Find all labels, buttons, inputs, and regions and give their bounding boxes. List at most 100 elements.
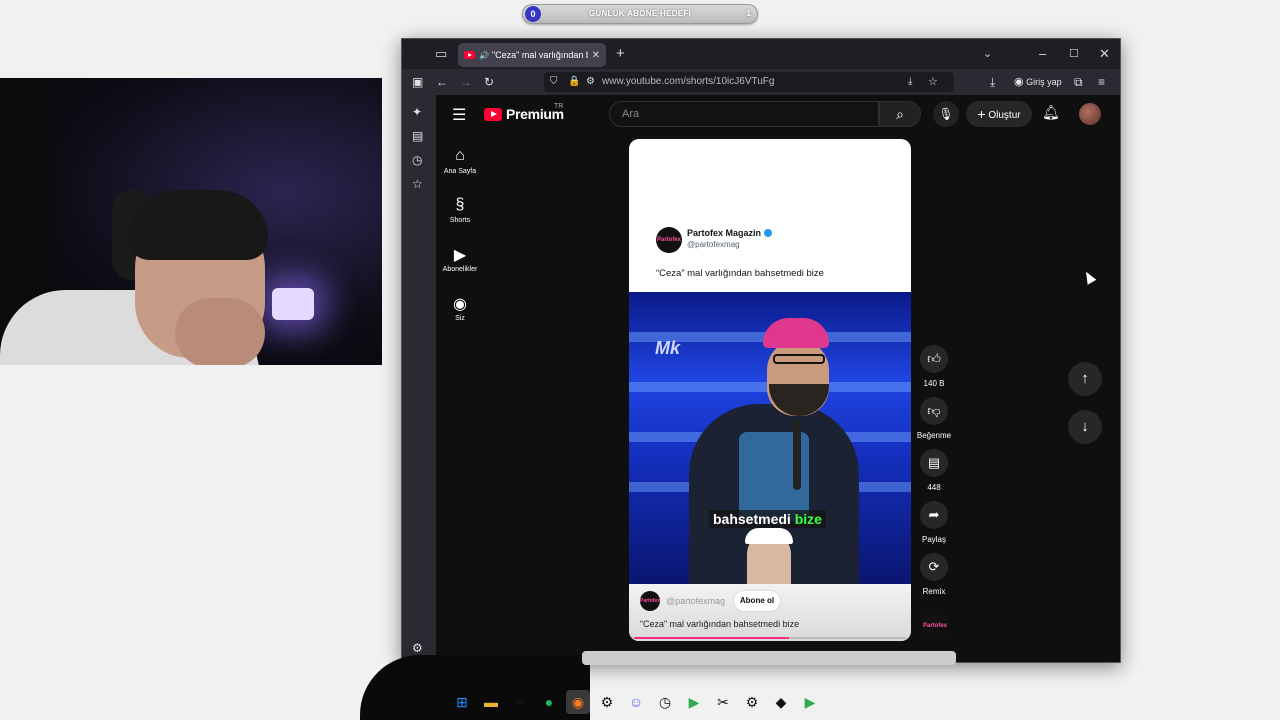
user-avatar[interactable] <box>1079 103 1101 125</box>
plus-icon: + <box>977 106 986 122</box>
taskbar: ⊞ ▬ ◈ ● ◉ ⚙ ☺ ◷ ▶ ✂ ⚙ ◆ ▶ <box>450 690 822 718</box>
nav-shorts-label: Shorts <box>449 217 471 224</box>
file-explorer-icon[interactable]: ▬ <box>479 690 503 714</box>
search-input[interactable]: Ara <box>609 101 879 127</box>
arrow-down-icon: ↓ <box>1081 418 1089 435</box>
browser-tab-active[interactable]: 🔊 "Ceza" mal varlığından bahs ✕ <box>458 43 606 67</box>
extensions-icon[interactable]: ⧉ <box>1074 74 1083 90</box>
capcut-icon[interactable]: ✂ <box>711 690 735 714</box>
short-player[interactable]: Partofex Partofex Magazin @partofexmag “… <box>629 139 911 641</box>
sidebar-toggle-icon[interactable]: ▣ <box>412 74 423 90</box>
back-icon[interactable]: ← <box>436 74 448 90</box>
share-action[interactable]: ➦ Paylaş <box>916 501 952 544</box>
nav-subscriptions[interactable]: ▶︎ Abonelikler <box>436 245 484 273</box>
voice-search-button[interactable]: 🎙 <box>933 101 959 127</box>
video-frame[interactable]: Mk bahsetmedi bize <box>629 292 911 584</box>
close-tab-icon[interactable]: ✕ <box>592 50 600 61</box>
youtube-favicon-icon <box>464 51 475 59</box>
browser-window: ▭ 🔊 "Ceza" mal varlığından bahs ✕ + ⌄ – … <box>401 38 1121 663</box>
share-label: Paylaş <box>921 535 946 544</box>
short-info: Partofex @partofexmag Abone ol “Ceza” ma… <box>629 584 911 641</box>
performer-cap <box>763 318 829 348</box>
subtitle-word: bahsetmedi <box>713 511 791 527</box>
new-tab-icon[interactable]: + <box>616 39 625 69</box>
media-player-icon-2[interactable]: ▶ <box>798 690 822 714</box>
account-icon: ◉ <box>1014 76 1024 88</box>
nav-home[interactable]: ⌂ Ana Sayfa <box>436 147 484 175</box>
webcam-feed <box>0 78 382 365</box>
channel-avatar[interactable]: Partofex <box>640 591 660 611</box>
goal-max-count: 1 <box>746 9 751 18</box>
dislike-label: Beğenme <box>916 431 952 440</box>
customize-sidebar-gear-icon[interactable]: ⚙ <box>412 641 423 655</box>
dislike-action[interactable]: 👎︎ Beğenme <box>916 397 952 440</box>
ai-chat-icon[interactable]: ✦ <box>412 105 422 119</box>
settings-icon[interactable]: ⚙ <box>740 690 764 714</box>
notifications-bell-icon[interactable]: 🔔︎ <box>1042 104 1060 121</box>
subscriber-goal-bar: 0 GÜNLÜK ABONE HEDEFİ 1 <box>522 4 758 24</box>
lock-icon[interactable]: 🔒 <box>568 74 580 90</box>
remix-action[interactable]: ⟳ Remix <box>916 553 952 596</box>
menu-icon[interactable]: ≡ <box>1098 74 1105 90</box>
create-button[interactable]: + Oluştur <box>966 101 1032 127</box>
search-icon: ⌕ <box>896 106 904 122</box>
minimize-icon[interactable]: – <box>1039 39 1046 69</box>
dislike-icon[interactable]: 👎︎ <box>920 397 948 425</box>
arrow-up-icon: ↑ <box>1081 370 1089 387</box>
bookmark-star-icon[interactable]: ☆ <box>928 74 938 90</box>
like-icon[interactable]: 👍︎ <box>920 345 948 373</box>
browser-titlebar: ▭ 🔊 "Ceza" mal varlığından bahs ✕ + ⌄ – … <box>402 39 1120 69</box>
search-button[interactable]: ⌕ <box>879 101 921 127</box>
history-icon[interactable]: ◷ <box>412 153 422 167</box>
browser-sidebar: ✦ ▤ ◷ ☆ ⚙ <box>402 95 436 662</box>
obs-icon[interactable]: ⚙ <box>595 690 619 714</box>
like-action[interactable]: 👍︎ 140 B <box>916 345 952 388</box>
nav-shorts[interactable]: § Shorts <box>436 196 484 224</box>
microphone <box>793 420 801 490</box>
remix-icon[interactable]: ⟳ <box>920 553 948 581</box>
close-window-icon[interactable]: ✕ <box>1099 39 1110 69</box>
permissions-icon[interactable]: ⚙ <box>586 74 595 90</box>
tweet-avatar: Partofex <box>656 227 682 253</box>
synced-tabs-icon[interactable]: ▤ <box>412 129 423 143</box>
channel-thumbnail[interactable]: Partofex <box>922 613 948 639</box>
youtube-logo-icon[interactable] <box>484 108 502 121</box>
tweet-author-name: Partofex Magazin <box>687 228 762 238</box>
clock-app-icon[interactable]: ◷ <box>653 690 677 714</box>
video-progress-bar[interactable] <box>634 637 906 639</box>
firefox-icon[interactable]: ◉ <box>566 690 590 714</box>
windows-start-icon[interactable]: ⊞ <box>450 690 474 714</box>
steam-icon[interactable]: ◈ <box>508 690 532 714</box>
previous-short-button[interactable]: ↑ <box>1068 362 1102 396</box>
hamburger-menu-icon[interactable]: ☰ <box>452 105 466 125</box>
downloads-icon[interactable]: ⤓ <box>990 74 995 90</box>
maximize-icon[interactable]: ☐ <box>1069 39 1079 69</box>
nav-you[interactable]: ◉ Siz <box>436 294 484 322</box>
next-short-button[interactable]: ↓ <box>1068 410 1102 444</box>
network-app-icon[interactable]: ◆ <box>769 690 793 714</box>
reload-icon[interactable]: ↻ <box>484 74 494 90</box>
tab-list-chevron-icon[interactable]: ⌄ <box>983 39 992 69</box>
comment-icon[interactable]: ▤ <box>920 449 948 477</box>
spotify-icon[interactable]: ● <box>537 690 561 714</box>
subscriptions-icon: ▶︎ <box>453 247 467 264</box>
account-login-button[interactable]: ◉ Giriş yap <box>1014 72 1066 92</box>
verified-badge-icon <box>764 229 773 237</box>
nav-home-label: Ana Sayfa <box>443 168 477 175</box>
save-page-icon[interactable]: ⤓ <box>908 74 912 90</box>
short-title[interactable]: “Ceza” mal varlığından bahsetmedi bize <box>640 619 799 629</box>
create-label: Oluştur <box>988 110 1021 121</box>
discord-icon[interactable]: ☺ <box>624 690 648 714</box>
bookmarks-icon[interactable]: ☆ <box>412 177 423 191</box>
share-icon[interactable]: ➦ <box>920 501 948 529</box>
forward-icon[interactable]: → <box>460 74 472 90</box>
channel-handle[interactable]: @partofexmag <box>666 596 725 606</box>
you-icon: ◉ <box>453 296 467 313</box>
media-player-icon[interactable]: ▶ <box>682 690 706 714</box>
address-bar[interactable]: ⛉ 🔒 ⚙ www.youtube.com/shorts/10icJ6VTuFg… <box>544 72 954 92</box>
tab-overview-icon[interactable]: ▭ <box>435 39 447 69</box>
comments-action[interactable]: ▤ 448 <box>916 449 952 492</box>
shield-icon[interactable]: ⛉ <box>550 74 558 90</box>
subscribe-button[interactable]: Abone ol <box>734 591 780 611</box>
speaker-icon[interactable]: 🔊 <box>479 51 489 60</box>
